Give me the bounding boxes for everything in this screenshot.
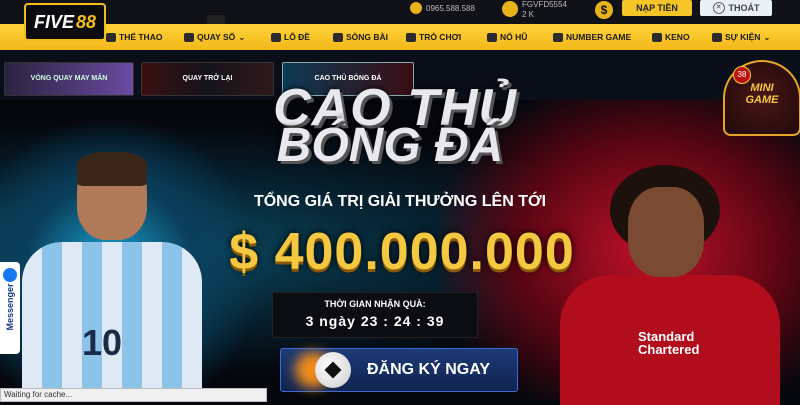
- hero-title-line2: BÓNG ĐÁ: [276, 119, 504, 172]
- countdown-box: THỜI GIAN NHẬN QUÀ: 3 ngày 23 : 24 : 39: [272, 292, 478, 338]
- soccer-ball-icon: [315, 352, 351, 388]
- hero-subtitle: TỔNG GIÁ TRỊ GIẢI THƯỞNG LÊN TỚI: [253, 193, 547, 210]
- nav-item-lode[interactable]: LÔ ĐỀ: [271, 24, 310, 50]
- nav-item-sports[interactable]: THỂ THAO: [106, 24, 162, 50]
- nav-item-label: SÒNG BÀI: [346, 32, 389, 42]
- nav-item-label: KENO: [665, 32, 690, 42]
- countdown-label: THỜI GIAN NHẬN QUÀ:: [324, 299, 426, 309]
- nav-item-label: TRÒ CHƠI: [419, 32, 462, 42]
- nav-item-casino[interactable]: SÒNG BÀI: [333, 24, 388, 50]
- chevron-down-icon: ⌄: [763, 31, 771, 42]
- nav-item-number-game[interactable]: NUMBER GAME: [553, 24, 631, 50]
- user-icon: [502, 1, 518, 17]
- sponsor-line2: Chartered: [638, 342, 700, 357]
- nav-item-label: THỂ THAO: [119, 32, 163, 42]
- nav-item-label: NUMBER GAME: [566, 32, 632, 42]
- nav-item-events[interactable]: SỰ KIỆN ⌄: [712, 24, 771, 50]
- phone-icon: [410, 2, 422, 14]
- hotline-number: 0965.588.588: [426, 3, 475, 13]
- nav-item-lottery[interactable]: QUAY SỐ ⌄: [184, 24, 245, 50]
- chevron-down-icon: ⌄: [238, 31, 246, 42]
- nav-item-games[interactable]: TRÒ CHƠI: [406, 24, 461, 50]
- mini-game-label-1: MINI: [750, 82, 774, 94]
- user-details: FGVFD5554 2 K: [522, 0, 567, 20]
- logout-label: THOÁT: [728, 3, 760, 13]
- lottery-icon: [184, 32, 194, 42]
- player-right-head: [628, 187, 704, 277]
- globe-icon: [271, 32, 281, 42]
- gamepad-icon: [406, 32, 416, 42]
- promo-lucky-wheel[interactable]: VÒNG QUAY MAY MẮN: [4, 62, 134, 96]
- gift-icon: [712, 32, 722, 42]
- register-button[interactable]: ĐĂNG KÝ NGAY: [280, 348, 518, 392]
- prize-amount: $ 400.000.000: [229, 223, 575, 281]
- hotline: 0965.588.588: [410, 2, 475, 14]
- player-right-sponsor: Standard Chartered: [638, 330, 699, 356]
- countdown-value: 3 ngày 23 : 24 : 39: [305, 313, 445, 329]
- player-left-hair: [77, 152, 147, 186]
- nav-item-label: LÔ ĐỀ: [284, 32, 310, 42]
- number-icon: [553, 32, 563, 42]
- jackpot-icon: [487, 32, 497, 42]
- nav-item-label: SỰ KIỆN: [725, 32, 761, 42]
- close-icon: ✕: [712, 2, 725, 14]
- logout-button[interactable]: ✕ THOÁT: [700, 0, 772, 16]
- nav-item-keno[interactable]: KENO: [652, 24, 690, 50]
- mini-game-button[interactable]: 38 MINI GAME: [723, 60, 800, 136]
- logo-text-number: 88: [75, 11, 97, 32]
- player-left-number: 10: [82, 322, 123, 363]
- cards-icon: [333, 32, 343, 42]
- messenger-tab[interactable]: Messenger: [0, 262, 20, 354]
- messenger-label: Messenger: [5, 283, 15, 331]
- nav-item-label: NỔ HŨ: [500, 32, 528, 42]
- user-info[interactable]: FGVFD5554 2 K: [502, 0, 567, 20]
- main-nav: THỂ THAO QUAY SỐ ⌄ LÔ ĐỀ SÒNG BÀI TRÒ CHƠ…: [0, 24, 800, 50]
- register-label: ĐĂNG KÝ NGAY: [367, 361, 490, 378]
- deposit-button[interactable]: NẠP TIỀN: [622, 0, 692, 16]
- nav-item-label: QUAY SỐ: [197, 32, 236, 42]
- username: FGVFD5554: [522, 0, 567, 9]
- keno-icon: [652, 32, 662, 42]
- player-right-image: Standard Chartered: [560, 165, 780, 405]
- wallet-icon[interactable]: $: [595, 1, 613, 19]
- top-header: 0965.588.588 FGVFD5554 2 K $ NẠP TIỀN ✕ …: [0, 0, 800, 25]
- mini-game-label-2: GAME: [745, 94, 779, 106]
- logo-text-main: FIVE: [33, 11, 74, 32]
- nav-item-jackpot[interactable]: NỔ HŨ: [487, 24, 527, 50]
- site-logo[interactable]: FIVE 88: [24, 3, 106, 41]
- soccer-icon: [106, 32, 116, 42]
- balance: 2 K: [522, 10, 535, 19]
